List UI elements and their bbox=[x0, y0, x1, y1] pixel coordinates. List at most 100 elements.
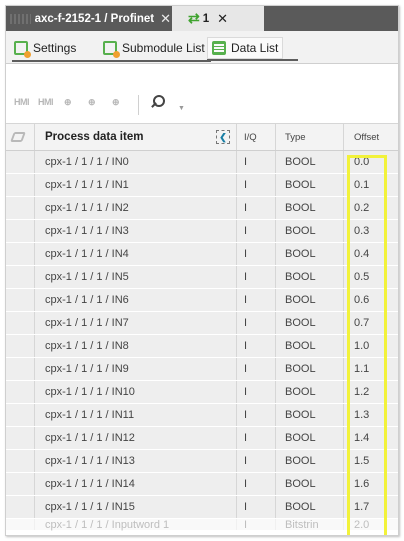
table-row[interactable]: cpx-1 / 1 / 1 / IN4 I BOOL 0.4 bbox=[6, 243, 398, 266]
tab-submodule-list[interactable]: Submodule List bbox=[100, 37, 211, 62]
submodule-list-icon bbox=[103, 41, 120, 58]
connect-icon[interactable]: ⊕ bbox=[64, 97, 72, 108]
hmi-remove-icon[interactable]: HMI bbox=[38, 97, 54, 107]
row-selector bbox=[6, 312, 34, 334]
table-row[interactable]: cpx-1 / 1 / 1 / IN14 I BOOL 1.6 bbox=[6, 473, 398, 496]
hmi-add-icon[interactable]: HMI bbox=[14, 97, 30, 107]
cell-iq: I bbox=[236, 427, 275, 449]
tab-label: Settings bbox=[33, 41, 77, 55]
row-selector bbox=[6, 519, 34, 530]
close-icon[interactable]: ✕ bbox=[217, 11, 228, 27]
cell-process-data-item: cpx-1 / 1 / 1 / IN8 bbox=[34, 335, 236, 357]
filter-column-header[interactable] bbox=[6, 124, 34, 150]
cell-iq: I bbox=[236, 312, 275, 334]
table-row[interactable]: cpx-1 / 1 / 1 / IN10 I BOOL 1.2 bbox=[6, 381, 398, 404]
cell-iq: I bbox=[236, 151, 275, 173]
chevron-down-icon[interactable]: ▼ bbox=[178, 105, 185, 112]
filter-icon[interactable] bbox=[10, 132, 26, 142]
table-row[interactable]: cpx-1 / 1 / 1 / IN7 I BOOL 0.7 bbox=[6, 312, 398, 335]
data-list-table: Process data item ❮ I/Q Type Offset cpx-… bbox=[6, 123, 398, 531]
cell-iq: I bbox=[236, 473, 275, 495]
table-row[interactable]: cpx-1 / 1 / 1 / IN11 I BOOL 1.3 bbox=[6, 404, 398, 427]
cell-process-data-item: cpx-1 / 1 / 1 / IN7 bbox=[34, 312, 236, 334]
cell-type: BOOL bbox=[275, 174, 343, 196]
cell-offset: 1.7 bbox=[343, 496, 398, 518]
row-selector bbox=[6, 151, 34, 173]
settings-icon bbox=[14, 41, 31, 58]
cell-type: BOOL bbox=[275, 473, 343, 495]
row-selector bbox=[6, 404, 34, 426]
search-icon[interactable] bbox=[150, 95, 165, 109]
cell-process-data-item: cpx-1 / 1 / 1 / IN15 bbox=[34, 496, 236, 518]
cell-iq: I bbox=[236, 266, 275, 288]
cell-iq: I bbox=[236, 450, 275, 472]
tab-underline bbox=[100, 60, 211, 62]
cell-offset: 1.2 bbox=[343, 381, 398, 403]
editor-window: axc-f-2152-1 / Profinet ✕ ⇄ 1 ✕ Settings… bbox=[5, 5, 399, 536]
row-selector bbox=[6, 220, 34, 242]
cell-type: BOOL bbox=[275, 335, 343, 357]
tab-data-list[interactable]: Data List bbox=[207, 37, 299, 61]
table-row[interactable]: cpx-1 / 1 / 1 / IN2 I BOOL 0.2 bbox=[6, 197, 398, 220]
table-row[interactable]: cpx-1 / 1 / 1 / IN6 I BOOL 0.6 bbox=[6, 289, 398, 312]
collapse-icon[interactable]: ❮ bbox=[216, 130, 230, 144]
swap-arrows-icon: ⇄ bbox=[188, 10, 200, 26]
cell-offset: 0.2 bbox=[343, 197, 398, 219]
cell-iq: I bbox=[236, 404, 275, 426]
table-body: cpx-1 / 1 / 1 / IN0 I BOOL 0.0 cpx-1 / 1 / 1… bbox=[6, 151, 398, 531]
cell-iq: I bbox=[236, 358, 275, 380]
cell-iq: I bbox=[236, 519, 275, 531]
table-row[interactable]: cpx-1 / 1 / 1 / Inputword 1 I Bitstrin 2.0 bbox=[6, 519, 398, 531]
table-row[interactable]: cpx-1 / 1 / 1 / IN8 I BOOL 1.0 bbox=[6, 335, 398, 358]
cell-process-data-item: cpx-1 / 1 / 1 / IN0 bbox=[34, 151, 236, 173]
cell-offset: 0.4 bbox=[343, 243, 398, 265]
header-process-data-item[interactable]: Process data item ❮ bbox=[34, 124, 236, 150]
toolbar-divider bbox=[138, 95, 139, 115]
cell-offset: 1.3 bbox=[343, 404, 398, 426]
editor-tab-profinet[interactable]: axc-f-2152-1 / Profinet ✕ bbox=[6, 6, 171, 31]
cell-process-data-item: cpx-1 / 1 / 1 / IN9 bbox=[34, 358, 236, 380]
row-selector bbox=[6, 450, 34, 472]
cell-offset: 2.0 bbox=[343, 519, 398, 531]
cell-offset: 1.5 bbox=[343, 450, 398, 472]
disconnect-icon[interactable]: ⊕ bbox=[88, 97, 96, 108]
table-row[interactable]: cpx-1 / 1 / 1 / IN12 I BOOL 1.4 bbox=[6, 427, 398, 450]
table-header: Process data item ❮ I/Q Type Offset bbox=[6, 123, 398, 151]
row-selector bbox=[6, 427, 34, 449]
header-label: Process data item bbox=[45, 131, 144, 143]
cell-process-data-item: cpx-1 / 1 / 1 / IN5 bbox=[34, 266, 236, 288]
table-row[interactable]: cpx-1 / 1 / 1 / IN0 I BOOL 0.0 bbox=[6, 151, 398, 174]
split-icon[interactable]: ⊕ bbox=[112, 97, 120, 108]
cell-offset: 1.4 bbox=[343, 427, 398, 449]
cell-process-data-item: cpx-1 / 1 / 1 / Inputword 1 bbox=[34, 519, 236, 531]
cell-type: BOOL bbox=[275, 266, 343, 288]
cell-iq: I bbox=[236, 289, 275, 311]
cell-iq: I bbox=[236, 381, 275, 403]
data-list-icon bbox=[212, 41, 226, 55]
header-type[interactable]: Type bbox=[275, 124, 343, 150]
table-row[interactable]: cpx-1 / 1 / 1 / IN13 I BOOL 1.5 bbox=[6, 450, 398, 473]
cell-type: BOOL bbox=[275, 151, 343, 173]
cell-offset: 1.1 bbox=[343, 358, 398, 380]
header-offset[interactable]: Offset bbox=[343, 124, 398, 150]
table-row[interactable]: cpx-1 / 1 / 1 / IN5 I BOOL 0.5 bbox=[6, 266, 398, 289]
cell-process-data-item: cpx-1 / 1 / 1 / IN14 bbox=[34, 473, 236, 495]
cell-type: BOOL bbox=[275, 243, 343, 265]
cell-process-data-item: cpx-1 / 1 / 1 / IN3 bbox=[34, 220, 236, 242]
editor-tab-1[interactable]: ⇄ 1 ✕ bbox=[172, 6, 264, 31]
row-selector bbox=[6, 243, 34, 265]
table-row[interactable]: cpx-1 / 1 / 1 / IN1 I BOOL 0.1 bbox=[6, 174, 398, 197]
table-row[interactable]: cpx-1 / 1 / 1 / IN9 I BOOL 1.1 bbox=[6, 358, 398, 381]
row-selector bbox=[6, 266, 34, 288]
cell-offset: 0.3 bbox=[343, 220, 398, 242]
cell-process-data-item: cpx-1 / 1 / 1 / IN6 bbox=[34, 289, 236, 311]
header-iq[interactable]: I/Q bbox=[236, 124, 275, 150]
close-icon[interactable]: ✕ bbox=[160, 11, 171, 27]
table-row[interactable]: cpx-1 / 1 / 1 / IN15 I BOOL 1.7 bbox=[6, 496, 398, 519]
row-selector bbox=[6, 473, 34, 495]
tab-label: Data List bbox=[231, 41, 279, 55]
table-row[interactable]: cpx-1 / 1 / 1 / IN3 I BOOL 0.3 bbox=[6, 220, 398, 243]
tab-settings[interactable]: Settings bbox=[12, 37, 107, 62]
row-selector bbox=[6, 289, 34, 311]
cell-process-data-item: cpx-1 / 1 / 1 / IN10 bbox=[34, 381, 236, 403]
